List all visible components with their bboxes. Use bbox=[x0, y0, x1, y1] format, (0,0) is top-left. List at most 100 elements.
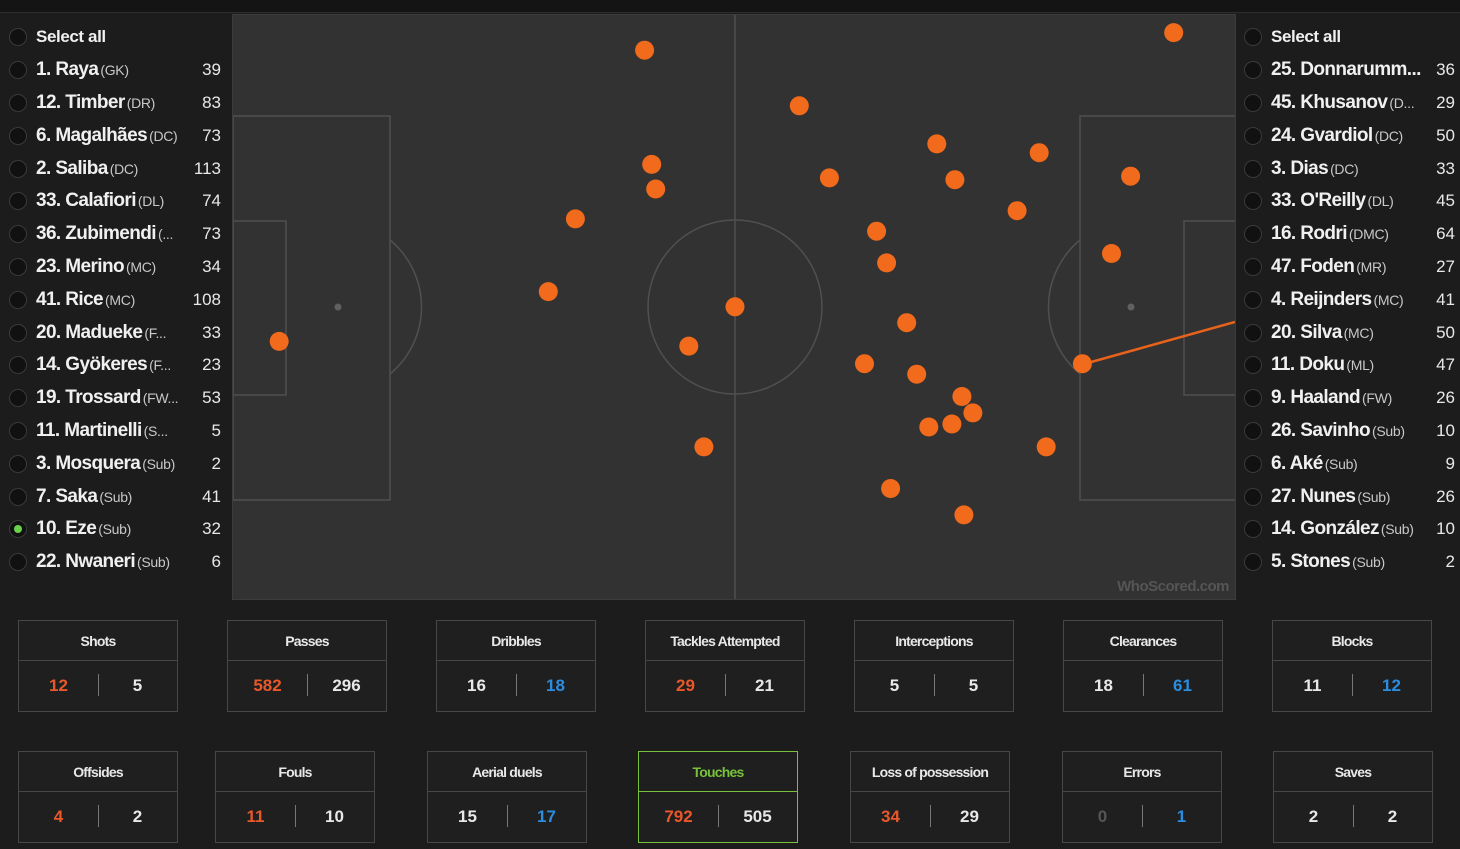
radio-icon[interactable] bbox=[1244, 454, 1262, 473]
radio-icon[interactable] bbox=[1244, 520, 1262, 539]
player-row[interactable]: 4. Reijnders (MC) 41 bbox=[1240, 283, 1455, 316]
radio-icon[interactable] bbox=[1244, 487, 1262, 506]
radio-icon[interactable] bbox=[1244, 553, 1262, 572]
player-row[interactable]: 9. Haaland (FW) 26 bbox=[1240, 382, 1455, 415]
player-row[interactable]: 22. Nwaneri (Sub) 6 bbox=[5, 546, 227, 579]
touch-marker[interactable] bbox=[538, 282, 558, 302]
radio-icon[interactable] bbox=[9, 421, 27, 440]
touch-marker[interactable] bbox=[1121, 166, 1141, 186]
radio-icon[interactable] bbox=[1244, 225, 1262, 244]
touch-marker[interactable] bbox=[1007, 201, 1027, 221]
stat-tab-blocks[interactable]: Blocks 11 12 bbox=[1272, 620, 1432, 712]
touch-marker[interactable] bbox=[919, 417, 939, 437]
radio-icon[interactable] bbox=[1244, 192, 1262, 211]
player-row[interactable]: 20. Madueke (F... 33 bbox=[5, 316, 227, 349]
stat-tab-passes[interactable]: Passes 582 296 bbox=[227, 620, 387, 712]
touch-marker[interactable] bbox=[725, 297, 745, 317]
touch-marker[interactable] bbox=[963, 403, 983, 423]
stat-tab-shots[interactable]: Shots 12 5 bbox=[18, 620, 178, 712]
radio-icon[interactable] bbox=[9, 28, 27, 47]
player-row[interactable]: 24. Gvardiol (DC) 50 bbox=[1240, 119, 1455, 152]
radio-icon[interactable] bbox=[9, 454, 27, 473]
touch-marker[interactable] bbox=[897, 313, 917, 333]
player-row[interactable]: 33. Calafiori (DL) 74 bbox=[5, 185, 227, 218]
touch-marker[interactable] bbox=[1072, 354, 1092, 374]
home-select-all[interactable]: Select all bbox=[5, 21, 227, 54]
stat-tab-loss-of-possession[interactable]: Loss of possession 34 29 bbox=[850, 751, 1010, 843]
stat-tab-tackles-attempted[interactable]: Tackles Attempted 29 21 bbox=[645, 620, 805, 712]
stat-tab-touches[interactable]: Touches 792 505 bbox=[638, 751, 798, 843]
radio-icon[interactable] bbox=[1244, 159, 1262, 178]
player-row[interactable]: 23. Merino (MC) 34 bbox=[5, 251, 227, 284]
player-row[interactable]: 11. Martinelli (S... 5 bbox=[5, 415, 227, 448]
touch-marker[interactable] bbox=[1029, 143, 1049, 163]
player-row[interactable]: 41. Rice (MC) 108 bbox=[5, 283, 227, 316]
touch-marker[interactable] bbox=[1102, 244, 1121, 263]
player-row[interactable]: 27. Nunes (Sub) 26 bbox=[1240, 480, 1455, 513]
player-row[interactable]: 2. Saliba (DC) 113 bbox=[5, 152, 227, 185]
touch-marker[interactable] bbox=[954, 505, 974, 525]
radio-icon[interactable] bbox=[9, 126, 27, 145]
touch-marker[interactable] bbox=[945, 170, 965, 190]
touch-marker[interactable] bbox=[642, 154, 662, 174]
touch-marker[interactable] bbox=[694, 437, 714, 457]
touch-marker[interactable] bbox=[907, 364, 927, 384]
player-row[interactable]: 25. Donnarumm... 36 bbox=[1240, 54, 1455, 87]
radio-icon[interactable] bbox=[9, 159, 27, 178]
player-row[interactable]: 45. Khusanov (D... 29 bbox=[1240, 87, 1455, 120]
stat-tab-offsides[interactable]: Offsides 4 2 bbox=[18, 751, 178, 843]
player-row[interactable]: 12. Timber (DR) 83 bbox=[5, 87, 227, 120]
touch-marker[interactable] bbox=[952, 387, 972, 406]
radio-icon[interactable] bbox=[1244, 126, 1262, 145]
radio-icon[interactable] bbox=[1244, 290, 1262, 309]
player-row[interactable]: 26. Savinho (Sub) 10 bbox=[1240, 415, 1455, 448]
player-row[interactable]: 10. Eze (Sub) 32 bbox=[5, 513, 227, 546]
touch-marker[interactable] bbox=[877, 253, 897, 273]
radio-icon[interactable] bbox=[9, 61, 27, 80]
stat-tab-dribbles[interactable]: Dribbles 16 18 bbox=[436, 620, 596, 712]
radio-icon[interactable] bbox=[9, 257, 27, 276]
radio-icon[interactable] bbox=[9, 487, 27, 506]
radio-icon[interactable] bbox=[1244, 257, 1262, 276]
player-row[interactable]: 33. O'Reilly (DL) 45 bbox=[1240, 185, 1455, 218]
radio-icon[interactable] bbox=[1244, 61, 1262, 80]
player-row[interactable]: 14. González (Sub) 10 bbox=[1240, 513, 1455, 546]
touch-marker[interactable] bbox=[819, 168, 839, 188]
radio-icon[interactable] bbox=[1244, 323, 1262, 342]
touch-marker[interactable] bbox=[789, 96, 809, 116]
touch-marker[interactable] bbox=[881, 479, 901, 498]
touch-marker[interactable] bbox=[1164, 23, 1184, 43]
player-row[interactable]: 6. Magalhães (DC) 73 bbox=[5, 119, 227, 152]
touch-marker[interactable] bbox=[565, 209, 585, 229]
touch-marker[interactable] bbox=[269, 331, 289, 351]
away-select-all[interactable]: Select all bbox=[1240, 21, 1455, 54]
radio-icon[interactable] bbox=[9, 192, 27, 211]
player-row[interactable]: 3. Dias (DC) 33 bbox=[1240, 152, 1455, 185]
touch-marker[interactable] bbox=[942, 414, 962, 434]
radio-icon[interactable] bbox=[9, 93, 27, 112]
radio-icon[interactable] bbox=[9, 290, 27, 309]
radio-icon[interactable] bbox=[1244, 28, 1262, 47]
radio-icon[interactable] bbox=[9, 356, 27, 375]
player-row[interactable]: 47. Foden (MR) 27 bbox=[1240, 251, 1455, 284]
touch-marker[interactable] bbox=[679, 336, 699, 356]
radio-icon[interactable] bbox=[1244, 389, 1262, 408]
touch-marker[interactable] bbox=[635, 40, 655, 60]
player-row[interactable]: 3. Mosquera (Sub) 2 bbox=[5, 447, 227, 480]
radio-icon[interactable] bbox=[9, 520, 27, 539]
radio-icon[interactable] bbox=[9, 553, 27, 572]
player-row[interactable]: 20. Silva (MC) 50 bbox=[1240, 316, 1455, 349]
stat-tab-saves[interactable]: Saves 2 2 bbox=[1273, 751, 1433, 843]
radio-icon[interactable] bbox=[9, 389, 27, 408]
player-row[interactable]: 36. Zubimendi (... 73 bbox=[5, 218, 227, 251]
player-row[interactable]: 6. Aké (Sub) 9 bbox=[1240, 447, 1455, 480]
player-row[interactable]: 1. Raya (GK) 39 bbox=[5, 54, 227, 87]
player-row[interactable]: 5. Stones (Sub) 2 bbox=[1240, 546, 1455, 579]
player-row[interactable]: 16. Rodri (DMC) 64 bbox=[1240, 218, 1455, 251]
touch-marker[interactable] bbox=[1036, 437, 1056, 457]
stat-tab-errors[interactable]: Errors 0 1 bbox=[1062, 751, 1222, 843]
radio-icon[interactable] bbox=[1244, 93, 1262, 112]
touch-marker[interactable] bbox=[646, 179, 666, 199]
radio-icon[interactable] bbox=[1244, 421, 1262, 440]
radio-icon[interactable] bbox=[9, 225, 27, 244]
